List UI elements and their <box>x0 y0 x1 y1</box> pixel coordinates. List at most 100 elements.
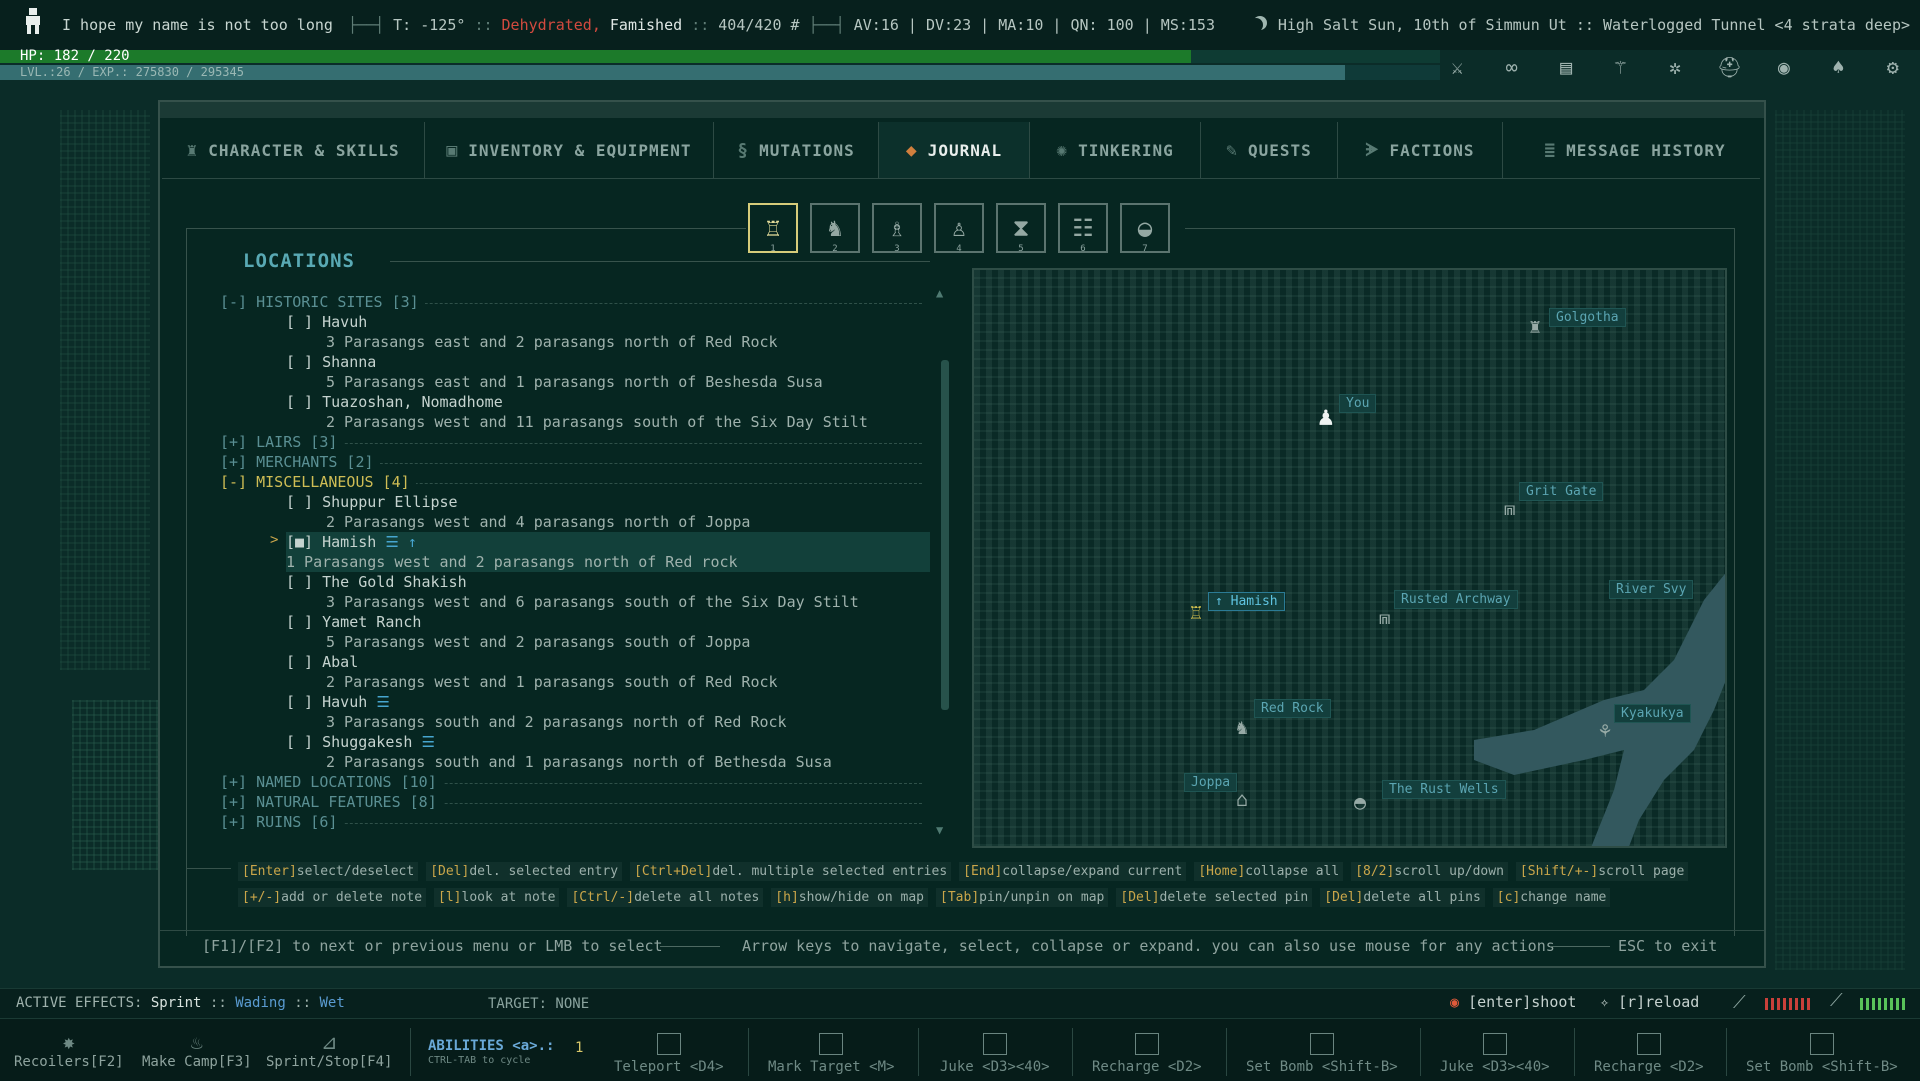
subtab-4[interactable]: ♙ 4 <box>934 203 984 254</box>
ability-slot[interactable]: Juke <D3><40> <box>1440 1030 1550 1075</box>
cog-icon: ✺ <box>1056 139 1069 161</box>
list-item[interactable]: [ ] Tuazoshan, Nomadhome 2 Parasangs west… <box>220 392 930 432</box>
category-lairs[interactable]: [+] LAIRS [3] <box>220 432 930 452</box>
hourglass-icon: ⧗ <box>1012 214 1030 242</box>
bell-icon: ♙ <box>951 214 967 242</box>
book-icon: ◆ <box>905 139 918 161</box>
weapon-icon[interactable]: ⟋ <box>1733 992 1746 1013</box>
list-item[interactable]: [ ] Havuh ☰ 3 Parasangs south and 2 paras… <box>220 692 930 732</box>
tab-message-history[interactable]: ≣ MESSAGE HISTORY <box>1503 122 1767 178</box>
reload-button[interactable]: ✧ [r]reload <box>1600 993 1699 1011</box>
subtab-locations[interactable]: ♖ 1 <box>748 203 798 254</box>
list-item[interactable]: [ ] The Gold Shakish 3 Parasangs west and… <box>220 572 930 612</box>
dna-icon: § <box>737 139 750 161</box>
hint-row: [Enter]select/deselect [Del]del. selecte… <box>238 862 1698 881</box>
pin-icon: ↑ <box>1215 594 1223 609</box>
tab-character-skills[interactable]: ♜ CHARACTER & SKILLS <box>162 122 425 178</box>
staff-icon[interactable]: ⚚ <box>1608 56 1634 78</box>
settings-icon[interactable]: ⚙ <box>1880 56 1906 78</box>
subtab-7[interactable]: ◒ 7 <box>1120 203 1170 254</box>
divider <box>918 1028 919 1076</box>
scrollbar-thumb[interactable] <box>941 360 949 710</box>
hamish-icon: ♖ <box>1190 600 1203 624</box>
category-named-locations[interactable]: [+] NAMED LOCATIONS [10] <box>220 772 930 792</box>
ability-slot[interactable]: Recharge <D2> <box>1092 1030 1202 1075</box>
moon-icon <box>1249 18 1263 32</box>
ability-slot[interactable]: Teleport <D4> <box>614 1030 724 1075</box>
category-merchants[interactable]: [+] MERCHANTS [2] <box>220 452 930 472</box>
tab-journal[interactable]: ◆ JOURNAL <box>879 122 1030 178</box>
subtab-5[interactable]: ⧗ 5 <box>996 203 1046 254</box>
subtab-2[interactable]: ♞ 2 <box>810 203 860 254</box>
effect-sprint: Sprint <box>150 995 202 1011</box>
ability-slot[interactable]: Recharge <D2> <box>1594 1030 1704 1075</box>
divider <box>1726 1028 1727 1076</box>
list-item[interactable]: [ ] Abal 2 Parasangs west and 1 parasangs… <box>220 652 930 692</box>
recoilers-button[interactable]: ✸ Recoilers[F2] <box>14 1030 124 1070</box>
hint: [+/-]add or delete note <box>238 888 427 907</box>
map-label-you: You <box>1339 394 1377 413</box>
list-item-selected[interactable]: [■] Hamish ☰ ↑ 1 Parasangs west and 2 pa… <box>286 532 930 572</box>
ability-slot-box <box>1309 1033 1334 1055</box>
make-camp-button[interactable]: ♨ Make Camp[F3] <box>142 1030 252 1070</box>
ability-slot[interactable]: Juke <D3><40> <box>940 1030 1050 1075</box>
category-ruins[interactable]: [+] RUINS [6] <box>220 812 930 832</box>
goggles-icon[interactable]: ∞ <box>1499 56 1525 78</box>
abilities-page-number[interactable]: 1 <box>575 1040 583 1056</box>
active-effects: ACTIVE EFFECTS: Sprint :: Wading :: Wet <box>16 995 345 1011</box>
category-historic-sites[interactable]: [-] HISTORIC SITES [3] <box>220 292 930 312</box>
selection-arrow-icon: > <box>270 532 279 548</box>
tab-factions[interactable]: ᗘ FACTIONS <box>1338 122 1503 178</box>
divider <box>1226 1028 1227 1076</box>
grit-gate-icon: ⩎ <box>1504 496 1516 520</box>
tablet-icon[interactable]: ▤ <box>1553 56 1579 78</box>
scroll-down-icon[interactable]: ▼ <box>936 823 943 837</box>
list-item[interactable]: [ ] Shanna 5 Parasangs east and 1 parasan… <box>220 352 930 392</box>
weapon-icon[interactable]: ⟋ <box>1830 990 1843 1011</box>
gear-wheel-icon[interactable]: ✲ <box>1662 56 1688 78</box>
campfire-icon: ♨ <box>190 1030 203 1054</box>
category-natural-features[interactable]: [+] NATURAL FEATURES [8] <box>220 792 930 812</box>
globe-icon[interactable]: ◉ <box>1771 56 1797 78</box>
hint: [h]show/hide on map <box>771 888 929 907</box>
ability-slot[interactable]: Set Bomb <Shift-B> <box>1746 1030 1898 1075</box>
tab-quests[interactable]: ✎ QUESTS <box>1201 122 1338 178</box>
current-location: Waterlogged Tunnel <4 strata deep> <box>1602 16 1910 34</box>
abilities-title[interactable]: ABILITIES <a>.: <box>428 1038 554 1054</box>
archway-icon: ⩎ <box>1379 605 1391 629</box>
map-label-joppa: Joppa <box>1184 773 1238 792</box>
tab-tinkering[interactable]: ✺ TINKERING <box>1030 122 1201 178</box>
recoiler-icon: ✸ <box>62 1030 75 1054</box>
note-icon: ☰ <box>385 533 399 551</box>
hat-icon[interactable]: ♠ <box>1825 56 1851 78</box>
status-line: ├──┤ T: -125° :: Dehydrated, Famished ::… <box>348 16 1215 34</box>
hint: [Shift/+-]scroll page <box>1515 862 1689 881</box>
sword-icon[interactable]: ⚔ <box>1444 56 1470 78</box>
combat-stats: AV:16 | DV:23 | MA:10 | QN: 100 | MS:153 <box>853 16 1215 34</box>
tab-inventory-equipment[interactable]: ▣ INVENTORY & EQUIPMENT <box>425 122 714 178</box>
category-miscellaneous[interactable]: [-] MISCELLANEOUS [4] <box>220 472 930 492</box>
subtab-6[interactable]: ☷ 6 <box>1058 203 1108 254</box>
sprint-button[interactable]: ⊿ Sprint/Stop[F4] <box>266 1030 392 1070</box>
ability-slot[interactable]: Set Bomb <Shift-B> <box>1246 1030 1398 1075</box>
world-map[interactable]: ♜ Golgotha ♟ You ⩎ Grit Gate River Svy ♖… <box>972 268 1727 848</box>
ability-slot-box <box>982 1033 1007 1055</box>
locations-title: LOCATIONS <box>243 250 355 272</box>
helmet-icon[interactable]: ⛑ <box>1716 56 1742 78</box>
shoot-button[interactable]: ◉ [enter]shoot <box>1450 993 1576 1011</box>
tab-mutations[interactable]: § MUTATIONS <box>714 122 879 178</box>
list-item[interactable]: [ ] Yamet Ranch 5 Parasangs west and 2 pa… <box>220 612 930 652</box>
list-item[interactable]: [ ] Shuggakesh ☰ 2 Parasangs south and 1 … <box>220 732 930 772</box>
ability-slot-box <box>1482 1033 1507 1055</box>
footer-exit-hint[interactable]: ESC to exit <box>1618 937 1717 955</box>
golgotha-icon: ♜ <box>1529 314 1542 338</box>
scroll-up-icon[interactable]: ▲ <box>936 286 943 300</box>
map-label-kyakukya: Kyakukya <box>1614 704 1691 723</box>
footer-menu-hint: [F1]/[F2] to next or previous menu or LM… <box>202 937 663 955</box>
list-item[interactable]: [ ] Havuh 3 Parasangs east and 2 parasang… <box>220 312 930 352</box>
ability-slot[interactable]: Mark Target <M> <box>768 1030 894 1075</box>
tab-label: MESSAGE HISTORY <box>1566 140 1726 160</box>
statue-icon: ♗ <box>889 214 905 242</box>
subtab-3[interactable]: ♗ 3 <box>872 203 922 254</box>
list-item[interactable]: [ ] Shuppur Ellipse 2 Parasangs west and … <box>220 492 930 532</box>
